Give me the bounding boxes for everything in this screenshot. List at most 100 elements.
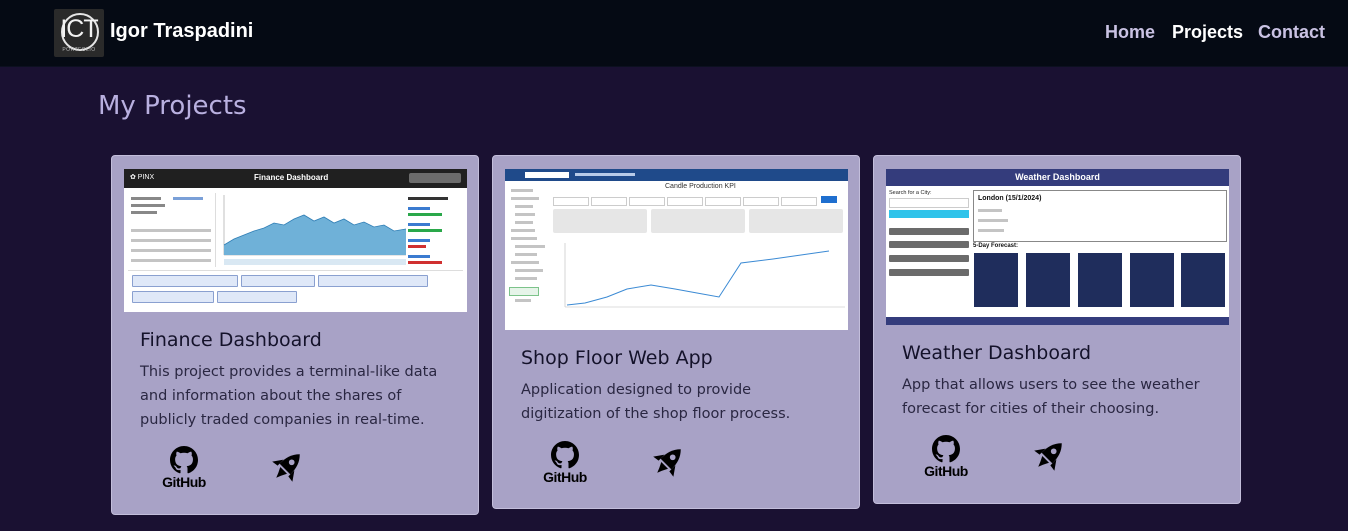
thumb-line bbox=[515, 221, 533, 224]
rocket-icon bbox=[653, 449, 681, 477]
demo-link[interactable] bbox=[649, 443, 687, 481]
thumb-line bbox=[408, 261, 442, 264]
thumb-footer bbox=[886, 317, 1229, 325]
thumb-ticker-list bbox=[128, 270, 463, 309]
thumb-history-item bbox=[889, 228, 969, 235]
thumb-forecast-day bbox=[1130, 253, 1174, 307]
thumb-filter bbox=[591, 197, 627, 206]
nav-home-link[interactable]: Home bbox=[1105, 22, 1155, 43]
thumb-kpi-box bbox=[749, 209, 843, 233]
thumb-title: Finance Dashboard bbox=[254, 173, 329, 182]
thumb-filter bbox=[743, 197, 779, 206]
thumb-header: Weather Dashboard bbox=[886, 169, 1229, 186]
thumb-title: Weather Dashboard bbox=[1015, 172, 1100, 182]
thumb-ticker-tag bbox=[217, 291, 297, 303]
thumb-filter bbox=[629, 197, 665, 206]
project-title: Finance Dashboard bbox=[140, 329, 322, 351]
thumb-ticker-tag bbox=[318, 275, 428, 287]
github-label: GitHub bbox=[162, 474, 206, 490]
nav-projects-link[interactable]: Projects bbox=[1172, 22, 1243, 43]
project-title: Shop Floor Web App bbox=[521, 347, 713, 369]
thumb-line bbox=[511, 189, 533, 192]
thumb-active-item bbox=[509, 287, 539, 296]
thumb-line bbox=[408, 255, 430, 258]
nav-contact-link[interactable]: Contact bbox=[1258, 22, 1325, 43]
rocket-icon bbox=[272, 454, 300, 482]
thumb-line bbox=[515, 253, 537, 256]
thumb-line bbox=[408, 207, 430, 210]
thumb-header bbox=[505, 169, 848, 181]
thumb-line bbox=[515, 213, 535, 216]
navbar: ICT PORTFOLIO Igor Traspadini Home Proje… bbox=[0, 0, 1348, 67]
thumb-line bbox=[408, 197, 448, 200]
logo-text: ICT bbox=[60, 15, 98, 43]
brand-logo[interactable]: ICT PORTFOLIO bbox=[54, 9, 104, 57]
thumb-search-button bbox=[889, 210, 969, 218]
github-icon bbox=[932, 435, 960, 463]
thumb-line bbox=[131, 197, 161, 200]
thumb-title: Candle Production KPI bbox=[665, 183, 736, 190]
thumb-header: ✿ PINX Finance Dashboard bbox=[124, 169, 467, 188]
thumb-line bbox=[131, 249, 211, 252]
thumb-forecast-day bbox=[1181, 253, 1225, 307]
thumb-city: London (15/1/2024) bbox=[978, 195, 1042, 202]
thumb-forecast-day bbox=[974, 253, 1018, 307]
thumb-search-label: Search for a City: bbox=[889, 190, 932, 196]
thumb-filter bbox=[667, 197, 703, 206]
github-link[interactable]: GitHub bbox=[159, 446, 209, 494]
github-label: GitHub bbox=[924, 463, 968, 479]
thumb-sidebar bbox=[507, 185, 549, 325]
demo-link[interactable] bbox=[1030, 437, 1068, 475]
project-title: Weather Dashboard bbox=[902, 342, 1092, 364]
demo-link[interactable] bbox=[268, 448, 306, 486]
thumb-line bbox=[173, 197, 203, 200]
thumb-ticker-tag bbox=[241, 275, 315, 287]
weather-dashboard-screenshot: Weather Dashboard Search for a City: Lon… bbox=[886, 169, 1229, 325]
thumb-button bbox=[409, 173, 461, 183]
thumb-filter bbox=[781, 197, 817, 206]
thumb-line-chart bbox=[564, 243, 845, 308]
thumb-line bbox=[131, 239, 211, 242]
thumb-history-item bbox=[889, 241, 969, 248]
thumb-filter bbox=[705, 197, 741, 206]
thumb-line bbox=[408, 245, 426, 248]
thumb-kpi-box bbox=[651, 209, 745, 233]
thumb-line bbox=[511, 229, 535, 232]
thumb-line bbox=[511, 261, 539, 264]
github-label: GitHub bbox=[543, 469, 587, 485]
thumb-info-panel bbox=[127, 193, 216, 267]
shop-floor-screenshot: Candle Production KPI bbox=[505, 169, 848, 330]
thumb-line bbox=[408, 229, 442, 232]
github-icon bbox=[551, 441, 579, 469]
thumb-line bbox=[131, 211, 157, 214]
thumb-logo: ✿ PINX bbox=[130, 174, 155, 181]
project-description: Application designed to provide digitiza… bbox=[521, 382, 791, 422]
thumb-filter bbox=[553, 197, 589, 206]
thumb-line bbox=[978, 209, 1002, 212]
rocket-icon bbox=[1034, 443, 1062, 471]
github-link[interactable]: GitHub bbox=[540, 441, 590, 489]
project-description: This project provides a terminal-like da… bbox=[140, 364, 438, 428]
thumb-history-item bbox=[889, 269, 969, 276]
thumb-forecast-day bbox=[1026, 253, 1070, 307]
project-card-finance: ✿ PINX Finance Dashboard Finance Dashboa… bbox=[111, 155, 479, 515]
thumb-filter-button bbox=[821, 196, 837, 203]
thumb-line bbox=[131, 229, 211, 232]
thumb-line bbox=[515, 205, 533, 208]
thumb-history-item bbox=[889, 255, 969, 262]
project-description: App that allows users to see the weather… bbox=[902, 377, 1200, 417]
thumb-line bbox=[515, 245, 545, 248]
thumb-current-weather: London (15/1/2024) bbox=[973, 190, 1227, 242]
project-card-shop-floor: Candle Production KPI Shop Floor Web App… bbox=[492, 155, 860, 509]
brand-name[interactable]: Igor Traspadini bbox=[110, 20, 253, 43]
thumb-line bbox=[575, 173, 635, 176]
thumb-ticker-tag bbox=[132, 291, 214, 303]
github-icon bbox=[170, 446, 198, 474]
thumb-area-chart bbox=[223, 195, 406, 265]
thumb-kpi-box bbox=[553, 209, 647, 233]
thumb-line bbox=[978, 229, 1004, 232]
thumb-logo bbox=[525, 172, 569, 178]
github-link[interactable]: GitHub bbox=[921, 435, 971, 483]
thumb-line bbox=[131, 259, 211, 262]
thumb-forecast-day bbox=[1078, 253, 1122, 307]
